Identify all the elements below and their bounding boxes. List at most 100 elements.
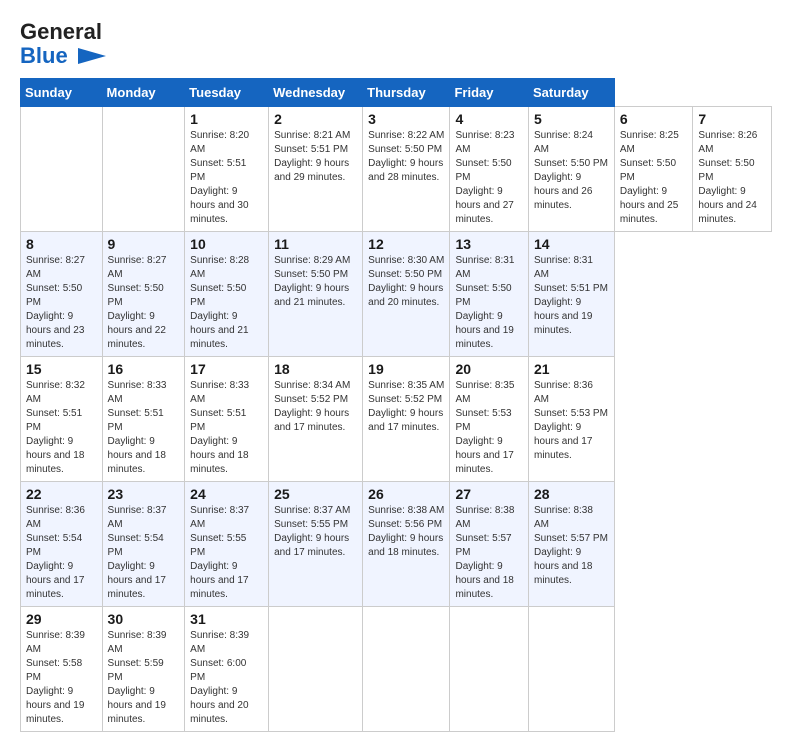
day-info: Sunrise: 8:27 AMSunset: 5:50 PMDaylight:… [26, 254, 97, 352]
day-info: Sunrise: 8:25 AMSunset: 5:50 PMDaylight:… [620, 129, 688, 227]
calendar-cell: 20 Sunrise: 8:35 AMSunset: 5:53 PMDayligh… [450, 357, 529, 482]
day-info: Sunrise: 8:32 AMSunset: 5:51 PMDaylight:… [26, 379, 97, 477]
calendar-cell: 2 Sunrise: 8:21 AMSunset: 5:51 PMDaylight… [269, 107, 363, 232]
day-number: 28 [534, 486, 609, 502]
calendar-cell [269, 607, 363, 732]
calendar-cell: 9 Sunrise: 8:27 AMSunset: 5:50 PMDaylight… [102, 232, 185, 357]
day-info: Sunrise: 8:39 AMSunset: 6:00 PMDaylight:… [190, 629, 263, 727]
day-number: 11 [274, 236, 357, 252]
calendar-cell: 16 Sunrise: 8:33 AMSunset: 5:51 PMDayligh… [102, 357, 185, 482]
day-info: Sunrise: 8:30 AMSunset: 5:50 PMDaylight:… [368, 254, 444, 310]
day-info: Sunrise: 8:27 AMSunset: 5:50 PMDaylight:… [108, 254, 180, 352]
day-number: 31 [190, 611, 263, 627]
calendar-table: SundayMondayTuesdayWednesdayThursdayFrid… [20, 78, 772, 732]
day-number: 9 [108, 236, 180, 252]
calendar-week-row: 1Sunrise: 8:20 AMSunset: 5:51 PMDaylight… [21, 107, 772, 232]
calendar-week-row: 8 Sunrise: 8:27 AMSunset: 5:50 PMDaylight… [21, 232, 772, 357]
day-number: 8 [26, 236, 97, 252]
calendar-cell: 13Sunrise: 8:31 AMSunset: 5:50 PMDayligh… [450, 232, 529, 357]
calendar-cell: 3Sunrise: 8:22 AMSunset: 5:50 PMDaylight… [363, 107, 450, 232]
day-number: 29 [26, 611, 97, 627]
calendar-cell: 27Sunrise: 8:38 AMSunset: 5:57 PMDayligh… [450, 482, 529, 607]
calendar-cell: 12 Sunrise: 8:30 AMSunset: 5:50 PMDayligh… [363, 232, 450, 357]
day-info: Sunrise: 8:39 AMSunset: 5:58 PMDaylight:… [26, 629, 97, 727]
day-number: 26 [368, 486, 444, 502]
calendar-cell: 17 Sunrise: 8:33 AMSunset: 5:51 PMDayligh… [185, 357, 269, 482]
day-info: Sunrise: 8:33 AMSunset: 5:51 PMDaylight:… [108, 379, 180, 477]
day-info: Sunrise: 8:22 AMSunset: 5:50 PMDaylight:… [368, 129, 444, 185]
day-number: 13 [455, 236, 523, 252]
day-info: Sunrise: 8:21 AMSunset: 5:51 PMDaylight:… [274, 129, 357, 185]
day-number: 2 [274, 111, 357, 127]
calendar-cell: 25Sunrise: 8:37 AMSunset: 5:55 PMDayligh… [269, 482, 363, 607]
day-info: Sunrise: 8:37 AMSunset: 5:54 PMDaylight:… [108, 504, 180, 602]
day-number: 16 [108, 361, 180, 377]
calendar-cell: 21 Sunrise: 8:36 AMSunset: 5:53 PMDayligh… [529, 357, 615, 482]
weekday-header: Wednesday [269, 79, 363, 107]
day-number: 21 [534, 361, 609, 377]
day-info: Sunrise: 8:37 AMSunset: 5:55 PMDaylight:… [274, 504, 357, 560]
calendar-cell: 15 Sunrise: 8:32 AMSunset: 5:51 PMDayligh… [21, 357, 103, 482]
logo-general: General [20, 19, 102, 44]
calendar-week-row: 29 Sunrise: 8:39 AMSunset: 5:58 PMDayligh… [21, 607, 772, 732]
day-info: Sunrise: 8:39 AMSunset: 5:59 PMDaylight:… [108, 629, 180, 727]
logo-blue: Blue [20, 43, 68, 68]
day-number: 4 [455, 111, 523, 127]
weekday-header: Tuesday [185, 79, 269, 107]
day-number: 12 [368, 236, 444, 252]
day-number: 10 [190, 236, 263, 252]
day-number: 17 [190, 361, 263, 377]
calendar-cell [102, 107, 185, 232]
day-number: 23 [108, 486, 180, 502]
day-info: Sunrise: 8:34 AMSunset: 5:52 PMDaylight:… [274, 379, 357, 435]
day-info: Sunrise: 8:20 AMSunset: 5:51 PMDaylight:… [190, 129, 263, 227]
calendar-cell: 4 Sunrise: 8:23 AMSunset: 5:50 PMDaylight… [450, 107, 529, 232]
day-number: 14 [534, 236, 609, 252]
day-info: Sunrise: 8:38 AMSunset: 5:57 PMDaylight:… [534, 504, 609, 588]
logo-flag-icon [78, 48, 106, 64]
calendar-cell [363, 607, 450, 732]
calendar-cell: 23 Sunrise: 8:37 AMSunset: 5:54 PMDayligh… [102, 482, 185, 607]
day-info: Sunrise: 8:24 AMSunset: 5:50 PMDaylight:… [534, 129, 609, 213]
day-number: 30 [108, 611, 180, 627]
calendar-cell [450, 607, 529, 732]
weekday-header: Monday [102, 79, 185, 107]
day-number: 7 [698, 111, 766, 127]
weekday-header: Saturday [529, 79, 615, 107]
calendar-cell [529, 607, 615, 732]
day-number: 15 [26, 361, 97, 377]
day-number: 20 [455, 361, 523, 377]
day-info: Sunrise: 8:36 AMSunset: 5:53 PMDaylight:… [534, 379, 609, 463]
day-info: Sunrise: 8:35 AMSunset: 5:53 PMDaylight:… [455, 379, 523, 477]
calendar-cell: 10 Sunrise: 8:28 AMSunset: 5:50 PMDayligh… [185, 232, 269, 357]
calendar-header: SundayMondayTuesdayWednesdayThursdayFrid… [21, 79, 772, 107]
day-info: Sunrise: 8:26 AMSunset: 5:50 PMDaylight:… [698, 129, 766, 227]
day-number: 5 [534, 111, 609, 127]
day-info: Sunrise: 8:29 AMSunset: 5:50 PMDaylight:… [274, 254, 357, 310]
weekday-header: Thursday [363, 79, 450, 107]
day-info: Sunrise: 8:38 AMSunset: 5:56 PMDaylight:… [368, 504, 444, 560]
day-number: 6 [620, 111, 688, 127]
calendar-cell: 19Sunrise: 8:35 AMSunset: 5:52 PMDayligh… [363, 357, 450, 482]
day-number: 27 [455, 486, 523, 502]
day-info: Sunrise: 8:33 AMSunset: 5:51 PMDaylight:… [190, 379, 263, 477]
calendar-cell: 18 Sunrise: 8:34 AMSunset: 5:52 PMDayligh… [269, 357, 363, 482]
day-number: 24 [190, 486, 263, 502]
weekday-header: Sunday [21, 79, 103, 107]
calendar-cell: 11 Sunrise: 8:29 AMSunset: 5:50 PMDayligh… [269, 232, 363, 357]
day-info: Sunrise: 8:35 AMSunset: 5:52 PMDaylight:… [368, 379, 444, 435]
calendar-cell: 6 Sunrise: 8:25 AMSunset: 5:50 PMDaylight… [614, 107, 693, 232]
calendar-body: 1Sunrise: 8:20 AMSunset: 5:51 PMDaylight… [21, 107, 772, 732]
day-number: 18 [274, 361, 357, 377]
logo: General Blue [20, 20, 106, 68]
calendar-cell: 31 Sunrise: 8:39 AMSunset: 6:00 PMDayligh… [185, 607, 269, 732]
day-info: Sunrise: 8:36 AMSunset: 5:54 PMDaylight:… [26, 504, 97, 602]
day-info: Sunrise: 8:28 AMSunset: 5:50 PMDaylight:… [190, 254, 263, 352]
calendar-cell: 1Sunrise: 8:20 AMSunset: 5:51 PMDaylight… [185, 107, 269, 232]
day-info: Sunrise: 8:37 AMSunset: 5:55 PMDaylight:… [190, 504, 263, 602]
calendar-cell: 5 Sunrise: 8:24 AMSunset: 5:50 PMDaylight… [529, 107, 615, 232]
calendar-cell: 29 Sunrise: 8:39 AMSunset: 5:58 PMDayligh… [21, 607, 103, 732]
weekday-header: Friday [450, 79, 529, 107]
day-info: Sunrise: 8:23 AMSunset: 5:50 PMDaylight:… [455, 129, 523, 227]
calendar-cell: 22Sunrise: 8:36 AMSunset: 5:54 PMDayligh… [21, 482, 103, 607]
